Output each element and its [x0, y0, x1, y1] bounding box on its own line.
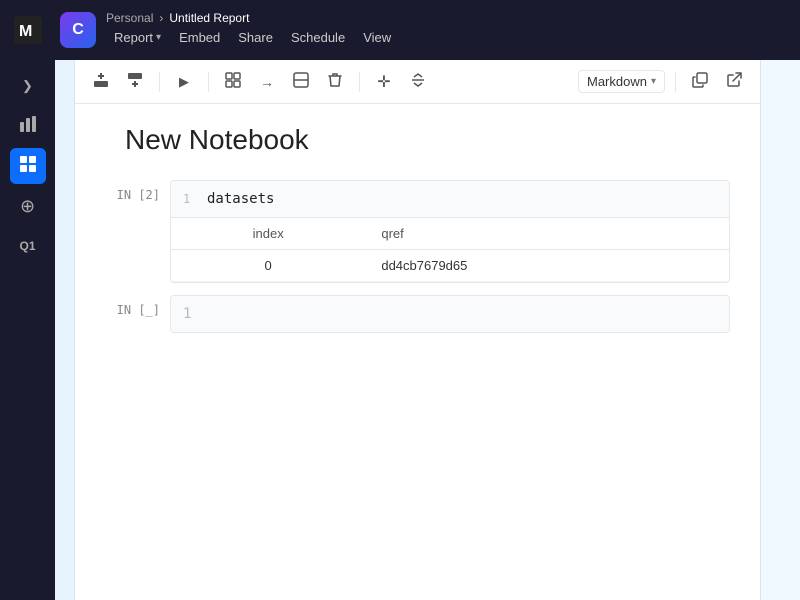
breadcrumb-arrow: › — [159, 11, 163, 25]
plus-circle-icon: ⊕ — [20, 196, 35, 217]
add-above-icon — [93, 72, 109, 92]
delete-button[interactable] — [321, 68, 349, 96]
collapse-sidebar-btn[interactable]: ❯ — [10, 68, 46, 104]
plus-icon: ✛ — [377, 72, 390, 92]
add-above-button[interactable] — [87, 68, 115, 96]
arrow-right-icon: → — [260, 74, 274, 90]
nav-schedule[interactable]: Schedule — [283, 26, 353, 49]
q1-label: Q1 — [19, 239, 35, 253]
cell-type-icon — [225, 72, 241, 92]
notebook-content: New Notebook IN [2] 1 datasets index — [75, 104, 760, 600]
q1-sidebar-btn[interactable]: Q1 — [10, 228, 46, 264]
cell-output-button[interactable] — [287, 68, 315, 96]
external-link-icon — [726, 72, 742, 92]
block-icon — [19, 155, 37, 178]
expand-button[interactable]: ✛ — [370, 68, 398, 96]
block-sidebar-btn[interactable] — [10, 148, 46, 184]
nav-share[interactable]: Share — [230, 26, 281, 49]
toolbar: ▶ → — [75, 60, 760, 104]
collapse-button[interactable] — [404, 68, 432, 96]
report-name-label: Untitled Report — [169, 11, 249, 25]
app-icon[interactable]: C — [60, 12, 96, 48]
breadcrumb: Personal › Untitled Report Report ▾ Embe… — [106, 11, 399, 49]
run-button[interactable]: ▶ — [170, 68, 198, 96]
sidebar2 — [55, 60, 75, 600]
add-sidebar-btn[interactable]: ⊕ — [10, 188, 46, 224]
trash-icon — [328, 72, 342, 92]
top-bar: M C Personal › Untitled Report Report ▾ … — [0, 0, 800, 60]
m-logo[interactable]: M — [12, 14, 44, 46]
chevron-down-icon: ▾ — [156, 32, 161, 43]
sep2 — [208, 72, 209, 92]
dropdown-label: Markdown — [587, 74, 647, 89]
line-num: 1 — [183, 192, 199, 206]
external-link-button[interactable] — [720, 68, 748, 96]
cell-2-input[interactable]: 1 — [171, 296, 729, 332]
right-panel — [760, 60, 800, 600]
cell-1-code: datasets — [207, 191, 274, 207]
workspace-label[interactable]: Personal — [106, 11, 153, 25]
run-icon: ▶ — [179, 74, 189, 90]
cell-1-in-label: IN [2] — [105, 180, 170, 202]
chart-icon — [19, 115, 37, 138]
cell-index-0: 0 — [171, 250, 365, 282]
sep3 — [359, 72, 360, 92]
dropdown-chevron-icon: ▾ — [651, 76, 656, 87]
copy-icon — [692, 72, 708, 92]
nav-report[interactable]: Report ▾ — [106, 26, 169, 49]
col-qref: qref — [365, 218, 729, 250]
left-sidebar: ❯ ⊕ Q1 — [0, 60, 55, 600]
cell-qref-0: dd4cb7679d65 — [365, 250, 729, 282]
cell-1-output: index qref 0 dd4cb7679d65 — [171, 217, 729, 282]
nav-embed[interactable]: Embed — [171, 26, 228, 49]
cell-type-button[interactable] — [219, 68, 247, 96]
notebook-title: New Notebook — [105, 124, 730, 156]
output-icon — [293, 72, 309, 92]
cell-type-dropdown[interactable]: Markdown ▾ — [578, 70, 665, 93]
move-right-button[interactable]: → — [253, 68, 281, 96]
table-row: 0 dd4cb7679d65 — [171, 250, 729, 282]
copy-button[interactable] — [686, 68, 714, 96]
output-table: index qref 0 dd4cb7679d65 — [171, 218, 729, 282]
cell-2-in-label: IN [_] — [105, 295, 170, 317]
line-num-2: 1 — [183, 306, 191, 322]
svg-text:M: M — [19, 23, 32, 40]
sep4 — [675, 72, 676, 92]
collapse-icon2 — [410, 72, 426, 92]
cell-2-body[interactable]: 1 — [170, 295, 730, 333]
add-below-button[interactable] — [121, 68, 149, 96]
cell-1-input[interactable]: 1 datasets — [171, 181, 729, 217]
nav-view[interactable]: View — [355, 26, 399, 49]
chart-sidebar-btn[interactable] — [10, 108, 46, 144]
main-area: ❯ ⊕ Q1 — [0, 60, 800, 600]
sep1 — [159, 72, 160, 92]
col-index: index — [171, 218, 365, 250]
cell-1: IN [2] 1 datasets index qref — [105, 180, 730, 283]
add-below-icon — [127, 72, 143, 92]
cell-1-body[interactable]: 1 datasets index qref — [170, 180, 730, 283]
cell-2: IN [_] 1 — [105, 295, 730, 333]
notebook-area: ▶ → — [75, 60, 760, 600]
collapse-icon: ❯ — [22, 78, 33, 94]
